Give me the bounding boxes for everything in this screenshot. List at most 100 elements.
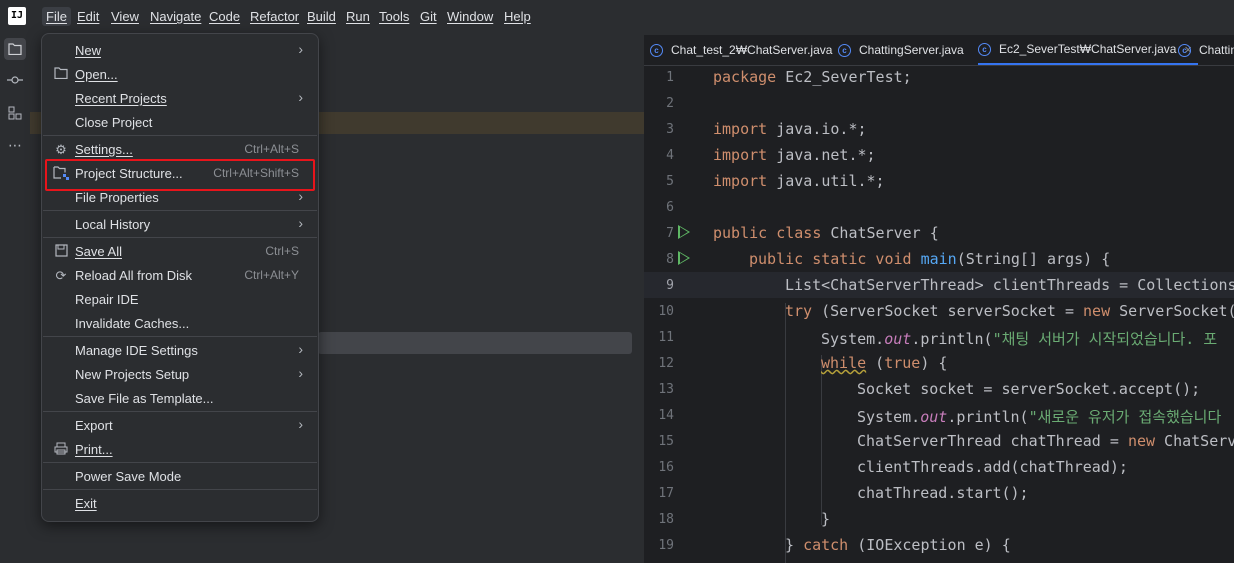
menu-item-new-projects-setup[interactable]: New Projects Setup › bbox=[43, 363, 317, 387]
menu-item-power-save-mode[interactable]: Power Save Mode bbox=[43, 465, 317, 489]
tool-window-stripe: ⋯ bbox=[0, 35, 31, 563]
menu-item-print[interactable]: Print... bbox=[43, 438, 317, 462]
tab-chat-test-chatserver[interactable]: c Chat_test_2₩ChatServer.java bbox=[650, 35, 832, 65]
menu-item-close-project[interactable]: Close Project bbox=[43, 111, 317, 135]
code-line-18: } bbox=[821, 510, 831, 528]
menu-item-label: Settings... bbox=[75, 142, 133, 157]
line-number: 19 bbox=[658, 538, 674, 553]
class-icon: c bbox=[650, 43, 663, 57]
menu-item-new[interactable]: New › bbox=[43, 39, 317, 63]
commit-icon[interactable] bbox=[4, 69, 26, 91]
code-line-8: public static void main(String[] args) { bbox=[749, 250, 1110, 268]
menu-item-save-as-template[interactable]: Save File as Template... bbox=[43, 387, 317, 411]
code-line-14: System.out.println("새로운 유저가 접속했습니다 bbox=[857, 406, 1221, 427]
menu-item-recent-projects[interactable]: Recent Projects › bbox=[43, 87, 317, 111]
string-literal: "채팅 서버가 시작되었습니다. 포 bbox=[992, 330, 1218, 348]
code-text: Ec2_SeverTest; bbox=[776, 68, 912, 86]
project-tree-selected-row[interactable] bbox=[318, 332, 632, 354]
code-text: System. bbox=[821, 330, 885, 348]
menu-view[interactable]: View bbox=[111, 9, 139, 24]
static-field: out bbox=[920, 408, 948, 426]
run-main-icon[interactable] bbox=[678, 251, 690, 265]
tab-chattingserver[interactable]: c ChattingServer.java bbox=[838, 35, 964, 65]
menu-window[interactable]: Window bbox=[447, 9, 493, 24]
class-icon: c bbox=[978, 42, 991, 56]
code-text: System. bbox=[857, 408, 921, 426]
keyword: import bbox=[713, 120, 768, 138]
menu-file[interactable]: File bbox=[42, 7, 71, 26]
menu-item-exit[interactable]: Exit bbox=[43, 492, 317, 516]
menu-navigate[interactable]: Navigate bbox=[150, 9, 201, 24]
keyword: public class bbox=[713, 224, 822, 242]
indent-guide bbox=[785, 303, 786, 563]
code-text: ChatServerThread chatThread = bbox=[857, 432, 1128, 450]
menu-item-reload-all[interactable]: ⟳ Reload All from Disk Ctrl+Alt+Y bbox=[43, 264, 317, 288]
code-line-11: System.out.println("채팅 서버가 시작되었습니다. 포 bbox=[821, 328, 1217, 349]
menu-item-repair-ide[interactable]: Repair IDE bbox=[43, 288, 317, 312]
menu-code[interactable]: Code bbox=[209, 9, 240, 24]
menu-item-shortcut: Ctrl+S bbox=[265, 244, 299, 258]
line-number: 15 bbox=[658, 434, 674, 449]
code-line-16: clientThreads.add(chatThread); bbox=[857, 458, 1128, 476]
tab-chattin[interactable]: c Chattin bbox=[1178, 35, 1234, 65]
code-line-3: import java.io.*; bbox=[713, 120, 867, 138]
submenu-arrow-icon: › bbox=[298, 215, 303, 231]
code-text: java.net.*; bbox=[767, 146, 876, 164]
code-editor[interactable]: c Chat_test_2₩ChatServer.java c Chatting… bbox=[644, 35, 1234, 563]
string-literal: "새로운 유저가 접속했습니다 bbox=[1028, 408, 1222, 426]
menu-git[interactable]: Git bbox=[420, 9, 437, 24]
main-menu-bar: IJ File Edit View Navigate Code Refactor… bbox=[0, 0, 1234, 35]
run-class-icon[interactable] bbox=[678, 225, 690, 239]
code-line-12: while (true) { bbox=[821, 354, 947, 372]
menu-refactor[interactable]: Refactor bbox=[250, 9, 299, 24]
code-text: } bbox=[785, 536, 804, 554]
menu-separator bbox=[43, 411, 317, 412]
keyword: new bbox=[1083, 302, 1111, 320]
menu-item-label: Print... bbox=[75, 442, 113, 457]
menu-item-export[interactable]: Export › bbox=[43, 414, 317, 438]
submenu-arrow-icon: › bbox=[298, 365, 303, 381]
line-number-gutter: 1 2 3 4 5 6 7 8 9 10 11 12 13 14 15 16 1… bbox=[644, 65, 704, 563]
menu-item-label: Invalidate Caches... bbox=[75, 316, 190, 331]
line-number: 18 bbox=[658, 512, 674, 527]
static-field: out bbox=[884, 330, 912, 348]
class-icon: c bbox=[1178, 43, 1191, 57]
project-folder-icon[interactable] bbox=[4, 38, 26, 60]
keyword: while bbox=[821, 354, 867, 372]
code-line-4: import java.net.*; bbox=[713, 146, 876, 164]
menu-item-invalidate-caches[interactable]: Invalidate Caches... bbox=[43, 312, 317, 336]
keyword: new bbox=[1127, 432, 1156, 450]
submenu-arrow-icon: › bbox=[298, 416, 303, 432]
line-number: 10 bbox=[658, 304, 674, 319]
line-number: 7 bbox=[666, 226, 674, 241]
menu-tools[interactable]: Tools bbox=[379, 9, 409, 24]
indent-guide bbox=[821, 355, 822, 525]
line-number: 4 bbox=[666, 148, 674, 163]
menu-item-open[interactable]: Open... bbox=[43, 63, 317, 87]
menu-item-label: Reload All from Disk bbox=[75, 268, 193, 283]
more-icon[interactable]: ⋯ bbox=[4, 134, 26, 156]
submenu-arrow-icon: › bbox=[298, 341, 303, 357]
code-text: (IOException e) { bbox=[848, 536, 1011, 554]
code-text: (ServerSocket serverSocket = bbox=[812, 302, 1084, 320]
menu-item-local-history[interactable]: Local History › bbox=[43, 213, 317, 237]
highlight-annotation-box bbox=[45, 159, 315, 191]
app-logo-icon[interactable]: IJ bbox=[8, 7, 26, 25]
menu-run[interactable]: Run bbox=[346, 9, 370, 24]
gear-icon: ⚙ bbox=[55, 142, 67, 157]
menu-help[interactable]: Help bbox=[504, 9, 531, 24]
menu-item-save-all[interactable]: Save All Ctrl+S bbox=[43, 240, 317, 264]
code-text: .println( bbox=[947, 408, 1029, 426]
menu-item-label: Save All bbox=[75, 244, 122, 259]
menu-build[interactable]: Build bbox=[307, 9, 336, 24]
keyword: catch bbox=[803, 536, 849, 554]
file-menu-dropdown: New › Open... Recent Projects › Close Pr… bbox=[41, 33, 319, 522]
structure-icon[interactable] bbox=[4, 102, 26, 124]
code-line-15: ChatServerThread chatThread = new ChatSe… bbox=[857, 432, 1234, 450]
menu-edit[interactable]: Edit bbox=[77, 9, 99, 24]
menu-item-manage-ide-settings[interactable]: Manage IDE Settings › bbox=[43, 339, 317, 363]
keyword: try bbox=[785, 302, 813, 320]
tab-ec2-chatserver[interactable]: c Ec2_SeverTest₩ChatServer.java × bbox=[978, 35, 1199, 65]
save-icon bbox=[53, 244, 69, 260]
editor-tabs: c Chat_test_2₩ChatServer.java c Chatting… bbox=[644, 35, 1234, 66]
